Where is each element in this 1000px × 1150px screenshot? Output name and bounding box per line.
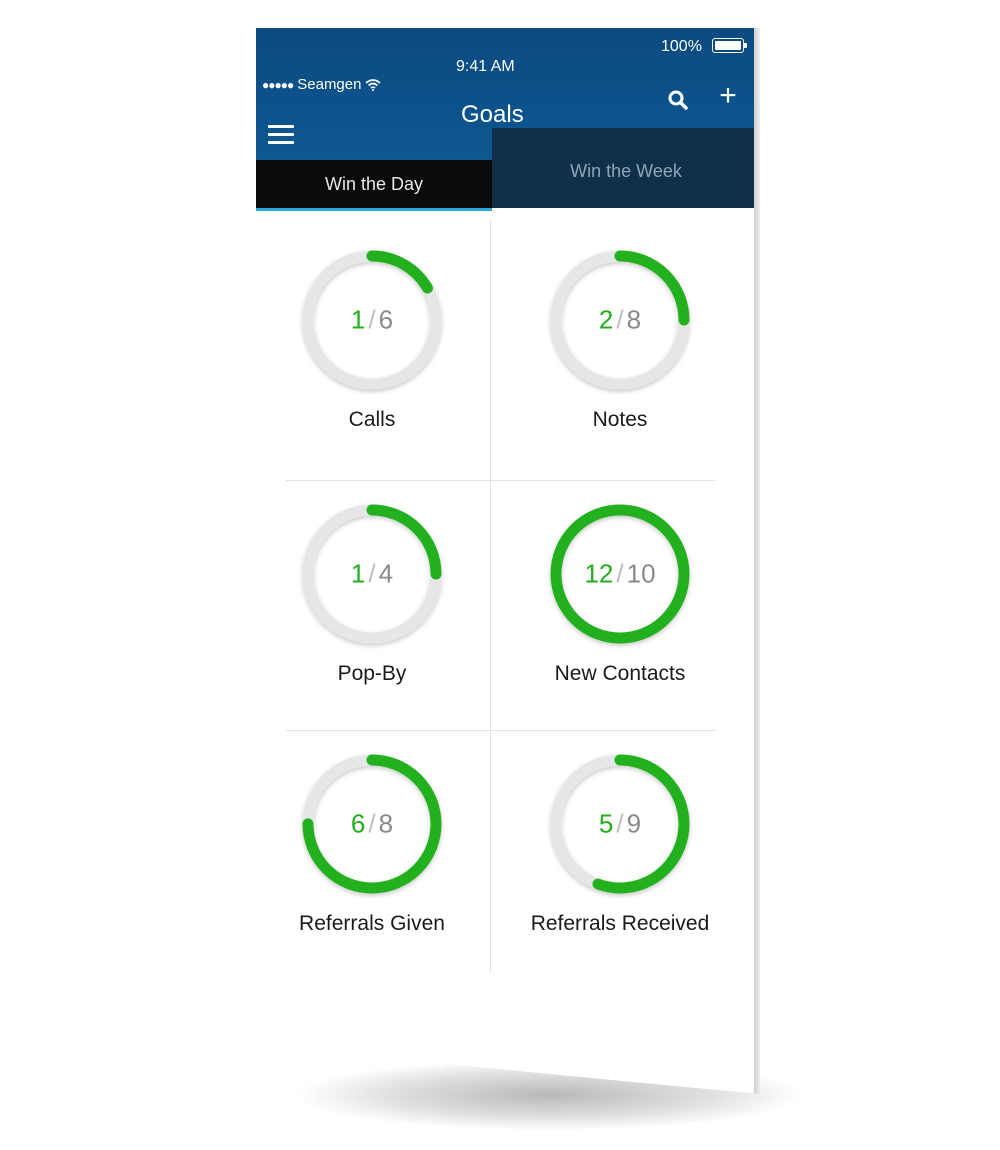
goal-target-count: 9 — [626, 808, 642, 839]
goal-count-separator: / — [368, 304, 376, 335]
goal-count-separator: / — [616, 558, 624, 589]
app-header: ●●●●● Seamgen 9:41 AM 100% Goals + Win t… — [256, 28, 756, 211]
goal-count: 1/4 — [292, 559, 452, 590]
goal-count-separator: / — [368, 558, 376, 589]
goal-done-count: 1 — [350, 304, 366, 335]
goal-target-count: 8 — [378, 808, 394, 839]
goal-label: Referrals Given — [299, 912, 445, 935]
phone-device: ●●●●● Seamgen 9:41 AM 100% Goals + Win t… — [256, 28, 760, 1094]
status-bar: ●●●●● Seamgen 9:41 AM 100% — [256, 28, 756, 93]
goal-card-referrals-given[interactable]: 6/8 Referrals Given — [262, 744, 482, 936]
progress-ring: 1/4 — [292, 494, 452, 654]
goal-count: 6/8 — [292, 809, 452, 840]
goal-count: 2/8 — [540, 305, 700, 336]
goal-label: Pop-By — [337, 662, 407, 685]
goal-done-count: 5 — [598, 808, 614, 839]
goal-card-notes[interactable]: 2/8 Notes — [510, 240, 730, 432]
signal-dots-icon: ●●●●● — [262, 77, 294, 92]
progress-ring: 2/8 — [540, 240, 700, 400]
device-edge — [754, 28, 760, 1094]
tab-win-the-week[interactable]: Win the Week — [492, 128, 756, 208]
goal-count: 5/9 — [540, 809, 700, 840]
goal-label: Notes — [592, 408, 648, 431]
goal-label: Calls — [348, 408, 396, 431]
goal-target-count: 8 — [626, 304, 642, 335]
row-divider — [286, 480, 716, 481]
goal-done-count: 12 — [584, 558, 614, 589]
goal-target-count: 6 — [378, 304, 394, 335]
app-screen: ●●●●● Seamgen 9:41 AM 100% Goals + Win t… — [256, 28, 756, 1094]
carrier-info: ●●●●● Seamgen — [262, 76, 381, 93]
tab-win-the-day[interactable]: Win the Day — [256, 160, 492, 211]
wifi-icon — [365, 78, 381, 91]
goal-card-new-contacts[interactable]: 12/10 New Contacts — [510, 494, 730, 686]
goal-label: Referrals Received — [530, 912, 710, 935]
status-time: 9:41 AM — [456, 58, 515, 75]
hamburger-icon[interactable] — [268, 125, 294, 145]
goals-grid: 1/6 Calls 2/8 Notes 1/4 Pop-By 12/10 New… — [256, 218, 756, 978]
goal-count-separator: / — [368, 808, 376, 839]
carrier-name: Seamgen — [297, 76, 362, 93]
row-divider — [286, 730, 716, 731]
goal-count: 1/6 — [292, 305, 452, 336]
page-title: Goals — [461, 101, 524, 128]
progress-ring: 1/6 — [292, 240, 452, 400]
goal-card-pop-by[interactable]: 1/4 Pop-By — [262, 494, 482, 686]
battery-icon — [712, 38, 747, 53]
progress-ring: 12/10 — [540, 494, 700, 654]
plus-icon[interactable]: + — [714, 81, 742, 111]
column-divider — [490, 218, 491, 973]
goal-target-count: 4 — [378, 558, 394, 589]
goal-card-referrals-received[interactable]: 5/9 Referrals Received — [510, 744, 730, 936]
goal-target-count: 10 — [626, 558, 656, 589]
goal-count-separator: / — [616, 304, 624, 335]
goal-done-count: 2 — [598, 304, 614, 335]
goal-done-count: 6 — [350, 808, 366, 839]
goal-count: 12/10 — [540, 559, 700, 590]
search-icon[interactable] — [666, 88, 692, 114]
progress-ring: 6/8 — [292, 744, 452, 904]
battery-percent: 100% — [661, 38, 702, 55]
goal-card-calls[interactable]: 1/6 Calls — [262, 240, 482, 432]
goal-done-count: 1 — [350, 558, 366, 589]
goal-count-separator: / — [616, 808, 624, 839]
progress-ring: 5/9 — [540, 744, 700, 904]
goal-label: New Contacts — [554, 662, 686, 685]
